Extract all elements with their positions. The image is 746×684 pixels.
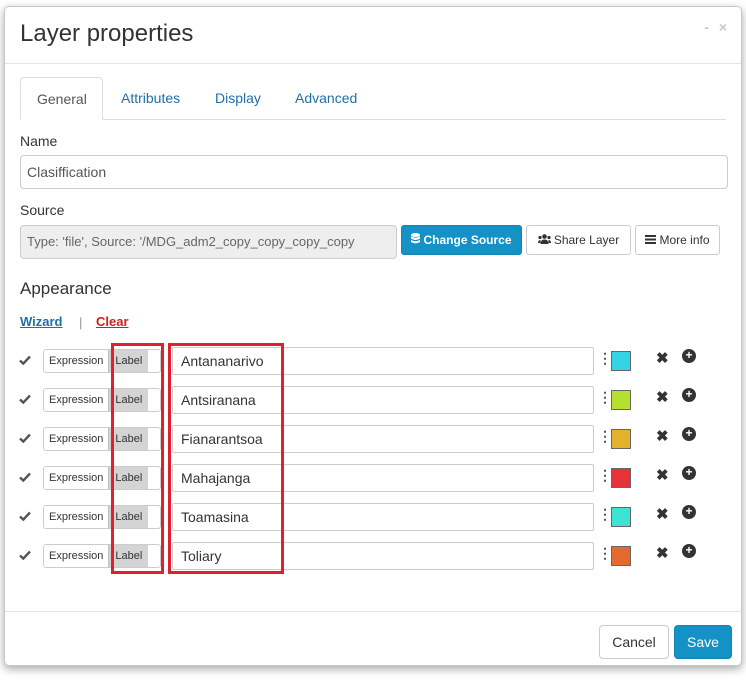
- color-swatch[interactable]: [611, 351, 631, 371]
- color-swatch[interactable]: [611, 507, 631, 527]
- expression-label-toggle: Expression Label: [43, 466, 161, 490]
- name-input[interactable]: Clasiffication: [20, 155, 728, 189]
- tab-attributes[interactable]: Attributes: [105, 77, 196, 118]
- expression-label-toggle: Expression Label: [43, 388, 161, 412]
- tab-general[interactable]: General: [20, 77, 103, 120]
- times-icon[interactable]: ✖: [656, 388, 669, 406]
- link-separator: |: [79, 315, 83, 330]
- label-button[interactable]: Label: [108, 506, 149, 528]
- label-button[interactable]: Label: [108, 428, 149, 450]
- highlight-value-fields: [168, 343, 284, 574]
- vertical-ellipsis-icon[interactable]: ⋮: [598, 428, 612, 445]
- times-icon[interactable]: ✖: [656, 544, 669, 562]
- color-swatch[interactable]: [611, 546, 631, 566]
- minimize-icon[interactable]: -: [704, 19, 709, 35]
- rule-value-input[interactable]: Antananarivo: [172, 347, 594, 375]
- times-icon[interactable]: ✖: [656, 466, 669, 484]
- rule-value-input[interactable]: Fianarantsoa: [172, 425, 594, 453]
- label-button[interactable]: Label: [108, 350, 149, 372]
- label-button[interactable]: Label: [108, 389, 149, 411]
- times-icon[interactable]: ✖: [656, 349, 669, 367]
- plus-circle-icon[interactable]: +: [682, 388, 696, 402]
- check-icon: [19, 352, 31, 368]
- dialog-header: Layer properties - ×: [5, 7, 741, 64]
- times-icon[interactable]: ✖: [656, 427, 669, 445]
- expression-button[interactable]: Expression: [44, 350, 109, 372]
- vertical-ellipsis-icon[interactable]: ⋮: [598, 467, 612, 484]
- plus-circle-icon[interactable]: +: [682, 544, 696, 558]
- more-info-label: More info: [659, 233, 710, 247]
- vertical-ellipsis-icon[interactable]: ⋮: [598, 545, 612, 562]
- clear-link[interactable]: Clear: [96, 314, 129, 329]
- rule-row: Expression Label Fianarantsoa ⋮ ✖ +: [5, 425, 741, 453]
- users-icon: [537, 226, 551, 254]
- times-icon[interactable]: ✖: [656, 505, 669, 523]
- expression-label-toggle: Expression Label: [43, 505, 161, 529]
- color-swatch[interactable]: [611, 429, 631, 449]
- rule-row: Expression Label Antsiranana ⋮ ✖ +: [5, 386, 741, 414]
- rule-row: Expression Label Antananarivo ⋮ ✖ +: [5, 347, 741, 375]
- expression-button[interactable]: Expression: [44, 467, 109, 489]
- close-icon[interactable]: ×: [719, 19, 727, 35]
- list-icon: [645, 226, 657, 254]
- database-icon: [411, 226, 421, 254]
- change-source-button[interactable]: Change Source: [401, 225, 522, 255]
- vertical-ellipsis-icon[interactable]: ⋮: [598, 350, 612, 367]
- source-field: Type: 'file', Source: '/MDG_adm2_copy_co…: [20, 225, 397, 259]
- plus-circle-icon[interactable]: +: [682, 349, 696, 363]
- plus-circle-icon[interactable]: +: [682, 505, 696, 519]
- dialog-footer: Cancel Save: [5, 611, 741, 665]
- label-button[interactable]: Label: [108, 467, 149, 489]
- vertical-ellipsis-icon[interactable]: ⋮: [598, 389, 612, 406]
- layer-properties-dialog: Layer properties - × General Attributes …: [4, 6, 742, 666]
- expression-label-toggle: Expression Label: [43, 544, 161, 568]
- rule-value-input[interactable]: Toliary: [172, 542, 594, 570]
- rule-value-input[interactable]: Mahajanga: [172, 464, 594, 492]
- expression-button[interactable]: Expression: [44, 428, 109, 450]
- expression-label-toggle: Expression Label: [43, 427, 161, 451]
- tab-display[interactable]: Display: [199, 77, 277, 118]
- plus-circle-icon[interactable]: +: [682, 466, 696, 480]
- share-layer-button[interactable]: Share Layer: [526, 225, 631, 255]
- window-controls: - ×: [698, 19, 727, 35]
- check-icon: [19, 547, 31, 563]
- highlight-label-buttons: [111, 343, 164, 574]
- label-button[interactable]: Label: [108, 545, 149, 567]
- source-label: Source: [20, 202, 65, 218]
- check-icon: [19, 508, 31, 524]
- tab-bar: General Attributes Display Advanced: [20, 77, 726, 120]
- tab-advanced[interactable]: Advanced: [279, 77, 373, 118]
- check-icon: [19, 469, 31, 485]
- plus-circle-icon[interactable]: +: [682, 427, 696, 441]
- rule-value-input[interactable]: Antsiranana: [172, 386, 594, 414]
- check-icon: [19, 430, 31, 446]
- rule-value-input[interactable]: Toamasina: [172, 503, 594, 531]
- rule-row: Expression Label Toamasina ⋮ ✖ +: [5, 503, 741, 531]
- rule-row: Expression Label Mahajanga ⋮ ✖ +: [5, 464, 741, 492]
- rule-row: Expression Label Toliary ⋮ ✖ +: [5, 542, 741, 570]
- expression-button[interactable]: Expression: [44, 545, 109, 567]
- color-swatch[interactable]: [611, 390, 631, 410]
- wizard-link[interactable]: Wizard: [20, 314, 63, 329]
- name-label: Name: [20, 133, 58, 149]
- more-info-button[interactable]: More info: [635, 225, 720, 255]
- color-swatch[interactable]: [611, 468, 631, 488]
- vertical-ellipsis-icon[interactable]: ⋮: [598, 506, 612, 523]
- share-layer-label: Share Layer: [553, 233, 620, 247]
- appearance-title: Appearance: [20, 279, 112, 298]
- check-icon: [19, 391, 31, 407]
- expression-label-toggle: Expression Label: [43, 349, 161, 373]
- expression-button[interactable]: Expression: [44, 506, 109, 528]
- dialog-title: Layer properties: [20, 20, 194, 47]
- cancel-button[interactable]: Cancel: [599, 625, 669, 659]
- change-source-label: Change Source: [423, 233, 512, 247]
- expression-button[interactable]: Expression: [44, 389, 109, 411]
- save-button[interactable]: Save: [674, 625, 732, 659]
